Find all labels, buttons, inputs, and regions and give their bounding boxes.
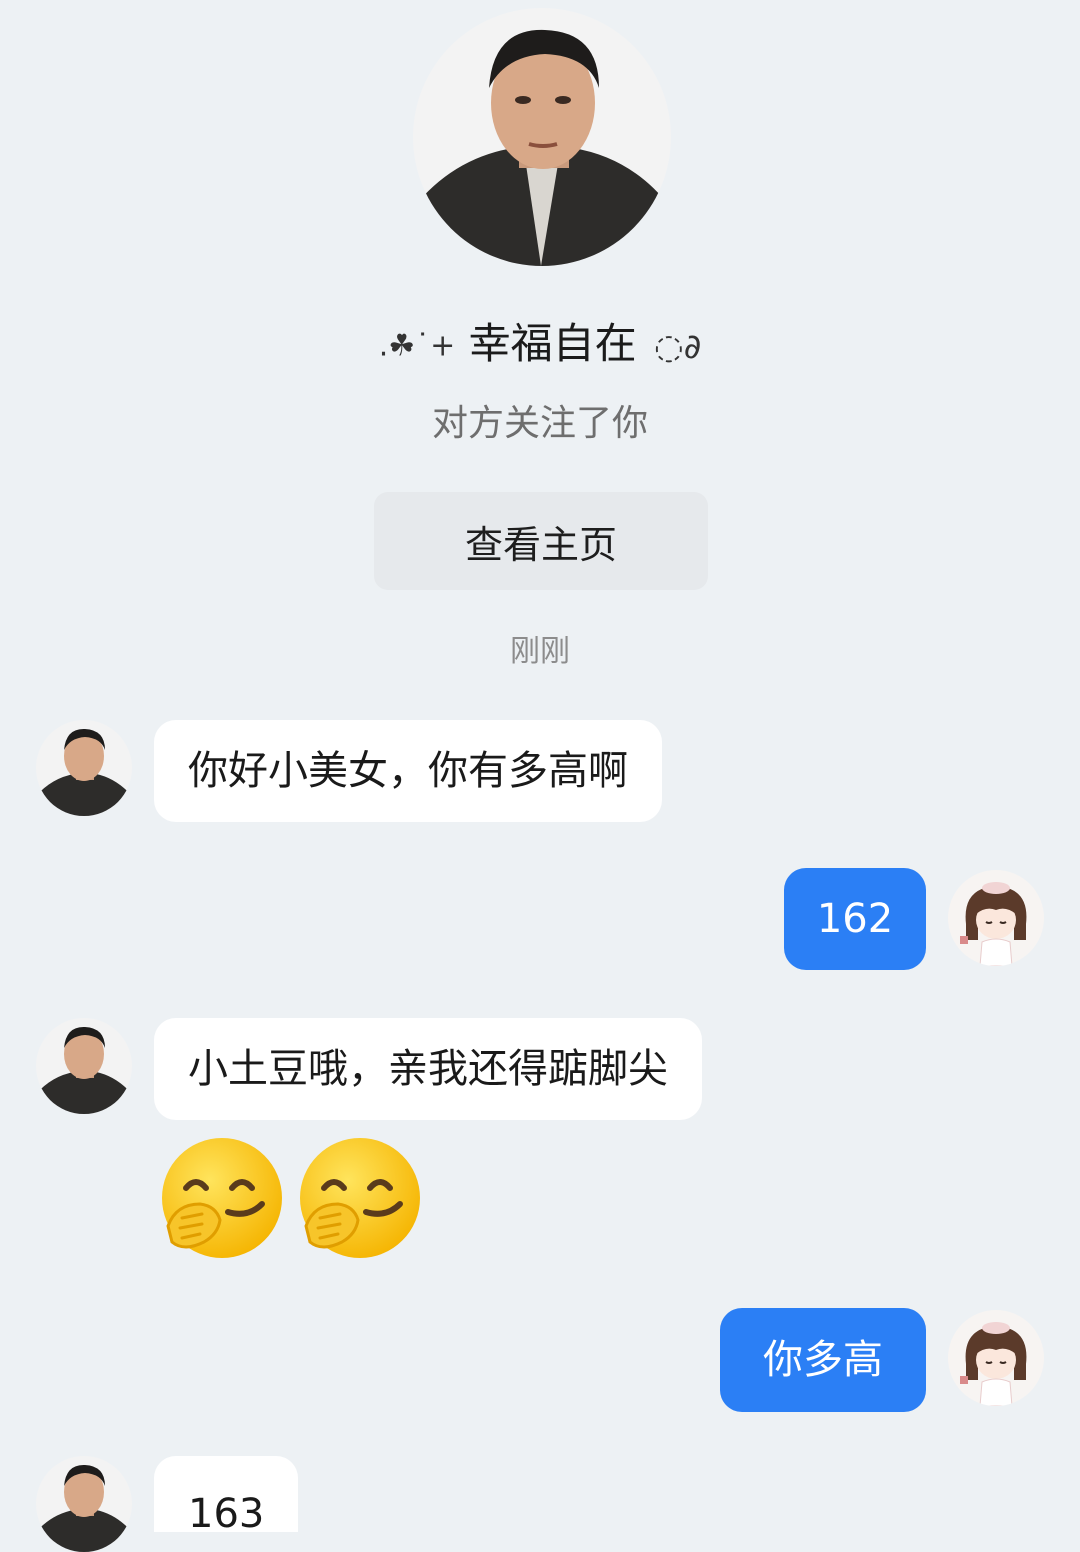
message-text: 小土豆哦，亲我还得踮脚尖 bbox=[188, 1046, 668, 1092]
view-profile-button[interactable]: 查看主页 bbox=[374, 492, 708, 590]
message-text: 162 bbox=[816, 896, 894, 942]
message-text: 你多高 bbox=[763, 1337, 883, 1383]
message-bubble-outgoing[interactable]: 你多高 bbox=[720, 1308, 926, 1412]
contact-avatar[interactable] bbox=[36, 1018, 132, 1114]
message-text: 你好小美女，你有多高啊 bbox=[188, 748, 628, 794]
name-prefix-decoration: .☘˙+ bbox=[378, 328, 456, 364]
message-bubble-incoming[interactable]: 小土豆哦，亲我还得踮脚尖 bbox=[154, 1018, 702, 1120]
face-with-hand-over-mouth-icon bbox=[296, 1134, 424, 1262]
message-bubble-incoming[interactable]: 163 bbox=[154, 1456, 299, 1537]
contact-avatar[interactable] bbox=[36, 1456, 132, 1552]
contact-avatar[interactable] bbox=[36, 720, 132, 816]
profile-name: .☘˙+ 幸福自在 ◌∂ bbox=[0, 316, 1080, 375]
profile-name-text: 幸福自在 bbox=[468, 319, 637, 368]
my-avatar[interactable] bbox=[948, 1310, 1044, 1406]
name-suffix-decoration: ◌∂ bbox=[654, 326, 702, 367]
profile-avatar[interactable] bbox=[413, 8, 671, 266]
message-bubble-outgoing[interactable]: 162 bbox=[784, 868, 926, 970]
my-avatar[interactable] bbox=[948, 870, 1044, 966]
message-text: 163 bbox=[188, 1491, 265, 1537]
timestamp: 刚刚 bbox=[510, 634, 570, 669]
face-with-hand-over-mouth-icon bbox=[158, 1134, 286, 1262]
follow-status: 对方关注了你 bbox=[431, 403, 648, 444]
message-bubble-incoming[interactable]: 你好小美女，你有多高啊 bbox=[154, 720, 662, 822]
